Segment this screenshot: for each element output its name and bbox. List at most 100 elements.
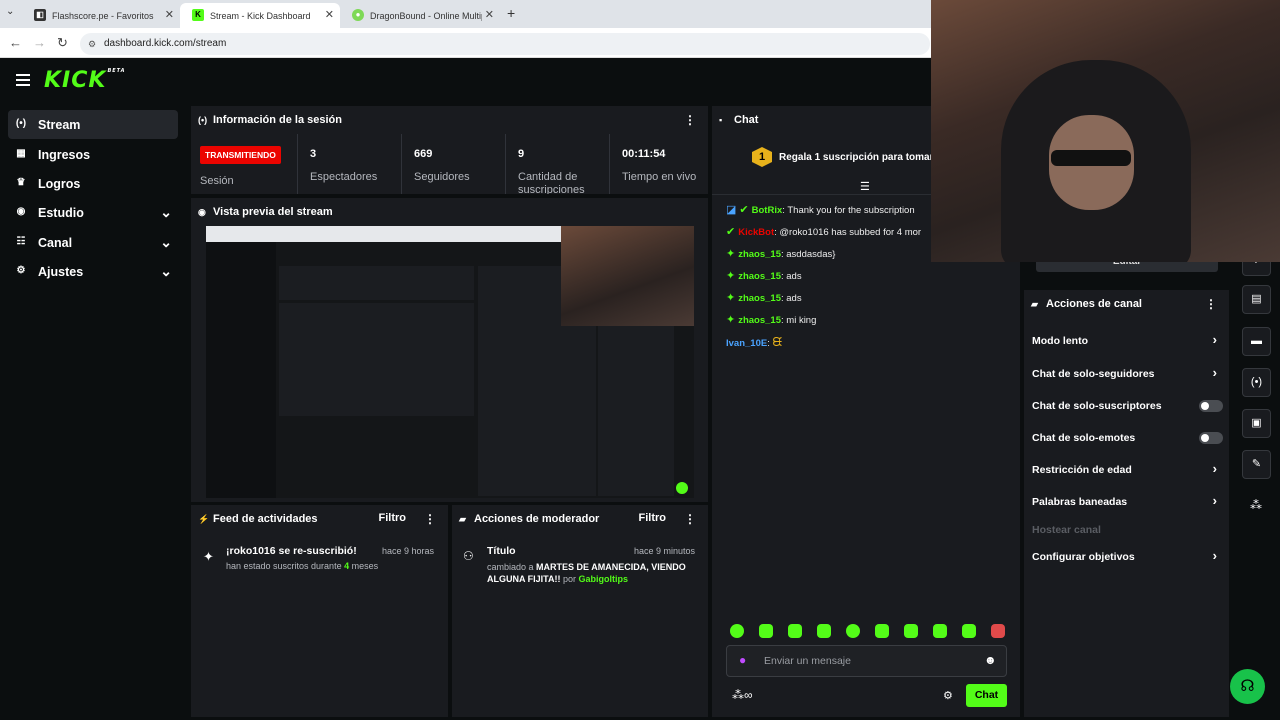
chevron-down-icon: ⌄ [160,234,172,250]
mod-desc-user[interactable]: Gabigoltips [579,574,629,584]
chevron-right-icon: › [1212,493,1217,508]
sidebar-item-canal[interactable]: ☷ Canal ⌄ [8,228,178,257]
studio-icon: ◉ [16,206,26,217]
kick-logo[interactable]: KICKBETA [44,68,126,93]
sidebar-item-stream[interactable]: (•) Stream [8,110,178,139]
emote-icon[interactable] [875,624,889,638]
extensions-icon[interactable]: ⁂ [1250,498,1262,512]
emote-icon[interactable] [933,624,947,638]
browser-tab-dragonbound[interactable]: ● DragonBound - Online Multipl ✕ [340,3,500,28]
back-icon[interactable]: ← [9,35,22,50]
close-icon[interactable]: ✕ [165,8,174,21]
chat-message: ✦ zhaos_15: ads [726,291,802,304]
gear-icon: ⚙ [16,265,26,276]
sidebar-item-logros[interactable]: ♛ Logros [8,169,178,198]
panel-title: Vista previa del stream [213,206,333,218]
chat-username[interactable]: zhaos_15 [738,293,781,304]
wrench-icon[interactable]: ✎ [1242,450,1271,479]
chat-username[interactable]: zhaos_15 [738,315,781,326]
emote-icon[interactable] [846,624,860,638]
emote-icon[interactable] [788,624,802,638]
emote-icon[interactable] [904,624,918,638]
live-indicator-icon [676,482,688,494]
action-label: Chat de solo-emotes [1032,432,1136,444]
stream-preview-video[interactable] [206,226,694,498]
collapse-pinned-icon[interactable]: ☰ [860,180,870,193]
points-icon[interactable]: ⁂∞ [732,688,753,702]
chat-username[interactable]: zhaos_15 [738,249,781,260]
revenue-icon: ▦ [16,148,26,159]
mod-desc-pre: cambiado a [487,562,534,572]
sidebar-item-estudio[interactable]: ◉ Estudio ⌄ [8,198,178,227]
notes-icon[interactable]: ▤ [1242,285,1271,314]
chat-message: ✔ KickBot: @roko1016 has subbed for 4 mor [726,226,922,238]
chat-username[interactable]: BotRix [752,205,783,216]
tab-list-dropdown[interactable]: ⌄ [6,6,14,17]
channel-actions-panel: ▰ Acciones de canal ⋮ Modo lento › Chat d… [1024,290,1229,717]
new-tab-icon[interactable]: + [507,5,515,21]
chat-settings-icon[interactable]: ⚙ [943,689,953,702]
chat-username[interactable]: KickBot [738,227,774,238]
panel-title: Acciones de canal [1046,298,1142,310]
emote-icon[interactable] [759,624,773,638]
action-emotes-only: Chat de solo-emotes [1032,428,1223,448]
activity-title: ¡roko1016 se re-suscribió! [226,545,357,557]
sidebar-item-label: Canal [38,235,73,250]
close-icon[interactable]: ✕ [325,8,334,21]
action-banned-words[interactable]: Palabras baneadas › [1032,492,1221,512]
session-info-panel: (•) Información de la sesión ⋮ TRANSMITI… [191,106,708,194]
user-edit-icon: ⚇ [463,549,474,563]
emote-icon[interactable] [991,624,1005,638]
chat-bubble-icon[interactable]: ▬ [1242,327,1271,356]
activity-desc-pre: han estado suscritos durante [226,561,342,571]
more-options-icon[interactable]: ⋮ [1205,297,1217,311]
microphone-icon[interactable]: ● [739,653,746,667]
chat-text: @roko1016 has subbed for 4 mor [776,227,922,238]
chat-send-button[interactable]: Chat [966,684,1007,707]
action-label: Palabras baneadas [1032,496,1128,508]
url-field[interactable]: ⚙ dashboard.kick.com/stream [80,33,930,55]
subscriber-badge-icon: ✦ [726,292,736,304]
close-icon[interactable]: ✕ [485,8,494,21]
action-configure-goals[interactable]: Configurar objetivos › [1032,547,1221,567]
broadcast-icon[interactable]: (•) [1242,368,1271,397]
subscribers-only-toggle[interactable] [1199,400,1223,412]
action-label: Restricción de edad [1032,464,1132,476]
mod-action-title: Título [487,545,516,557]
more-options-icon[interactable]: ⋮ [684,512,696,526]
stat-viewers: 3 Espectadores [297,134,401,194]
support-chat-icon[interactable]: ☊ [1230,669,1265,704]
emote-icon[interactable] [817,624,831,638]
more-options-icon[interactable]: ⋮ [424,512,436,526]
layout-icon[interactable]: ▣ [1242,409,1271,438]
chat-input-box[interactable]: ● Enviar un mensaje ☻ [726,645,1007,677]
channel-icon: ☷ [16,236,26,247]
site-info-icon[interactable]: ⚙ [88,33,96,55]
emotes-only-toggle[interactable] [1199,432,1223,444]
sidebar-item-ajustes[interactable]: ⚙ Ajustes ⌄ [8,257,178,286]
sidebar-item-ingresos[interactable]: ▦ Ingresos [8,140,178,169]
browser-tab-flashscore[interactable]: ◧ Flashscore.pe - Favoritos ✕ [22,3,180,28]
chat-username[interactable]: Ivan_10E [726,338,767,349]
action-slow-mode[interactable]: Modo lento › [1032,331,1221,351]
chat-message: ✦ zhaos_15: ads [726,269,802,282]
reload-icon[interactable]: ↻ [57,35,68,51]
panel-header: ◉ Vista previa del stream [191,198,708,226]
stat-label: Espectadores [310,171,378,183]
menu-icon[interactable] [16,74,30,86]
browser-tab-kick[interactable]: K Stream - Kick Dashboard ✕ [180,3,340,28]
preview-preview [279,303,474,416]
pinned-text: Regala 1 suscripción para tomar la [779,152,945,163]
emote-icon[interactable] [962,624,976,638]
filter-button[interactable]: Filtro [379,512,407,524]
emoji-icon[interactable]: ☻ [984,653,997,667]
stream-icon: (•) [15,118,27,129]
emote-icon[interactable] [730,624,744,638]
action-followers-only[interactable]: Chat de solo-seguidores › [1032,364,1221,384]
chat-username[interactable]: zhaos_15 [738,271,781,282]
action-age-restriction[interactable]: Restricción de edad › [1032,460,1221,480]
filter-button[interactable]: Filtro [639,512,667,524]
gift-count-badge: 1 [752,147,772,167]
more-options-icon[interactable]: ⋮ [684,113,696,127]
forward-icon[interactable]: → [33,35,46,50]
